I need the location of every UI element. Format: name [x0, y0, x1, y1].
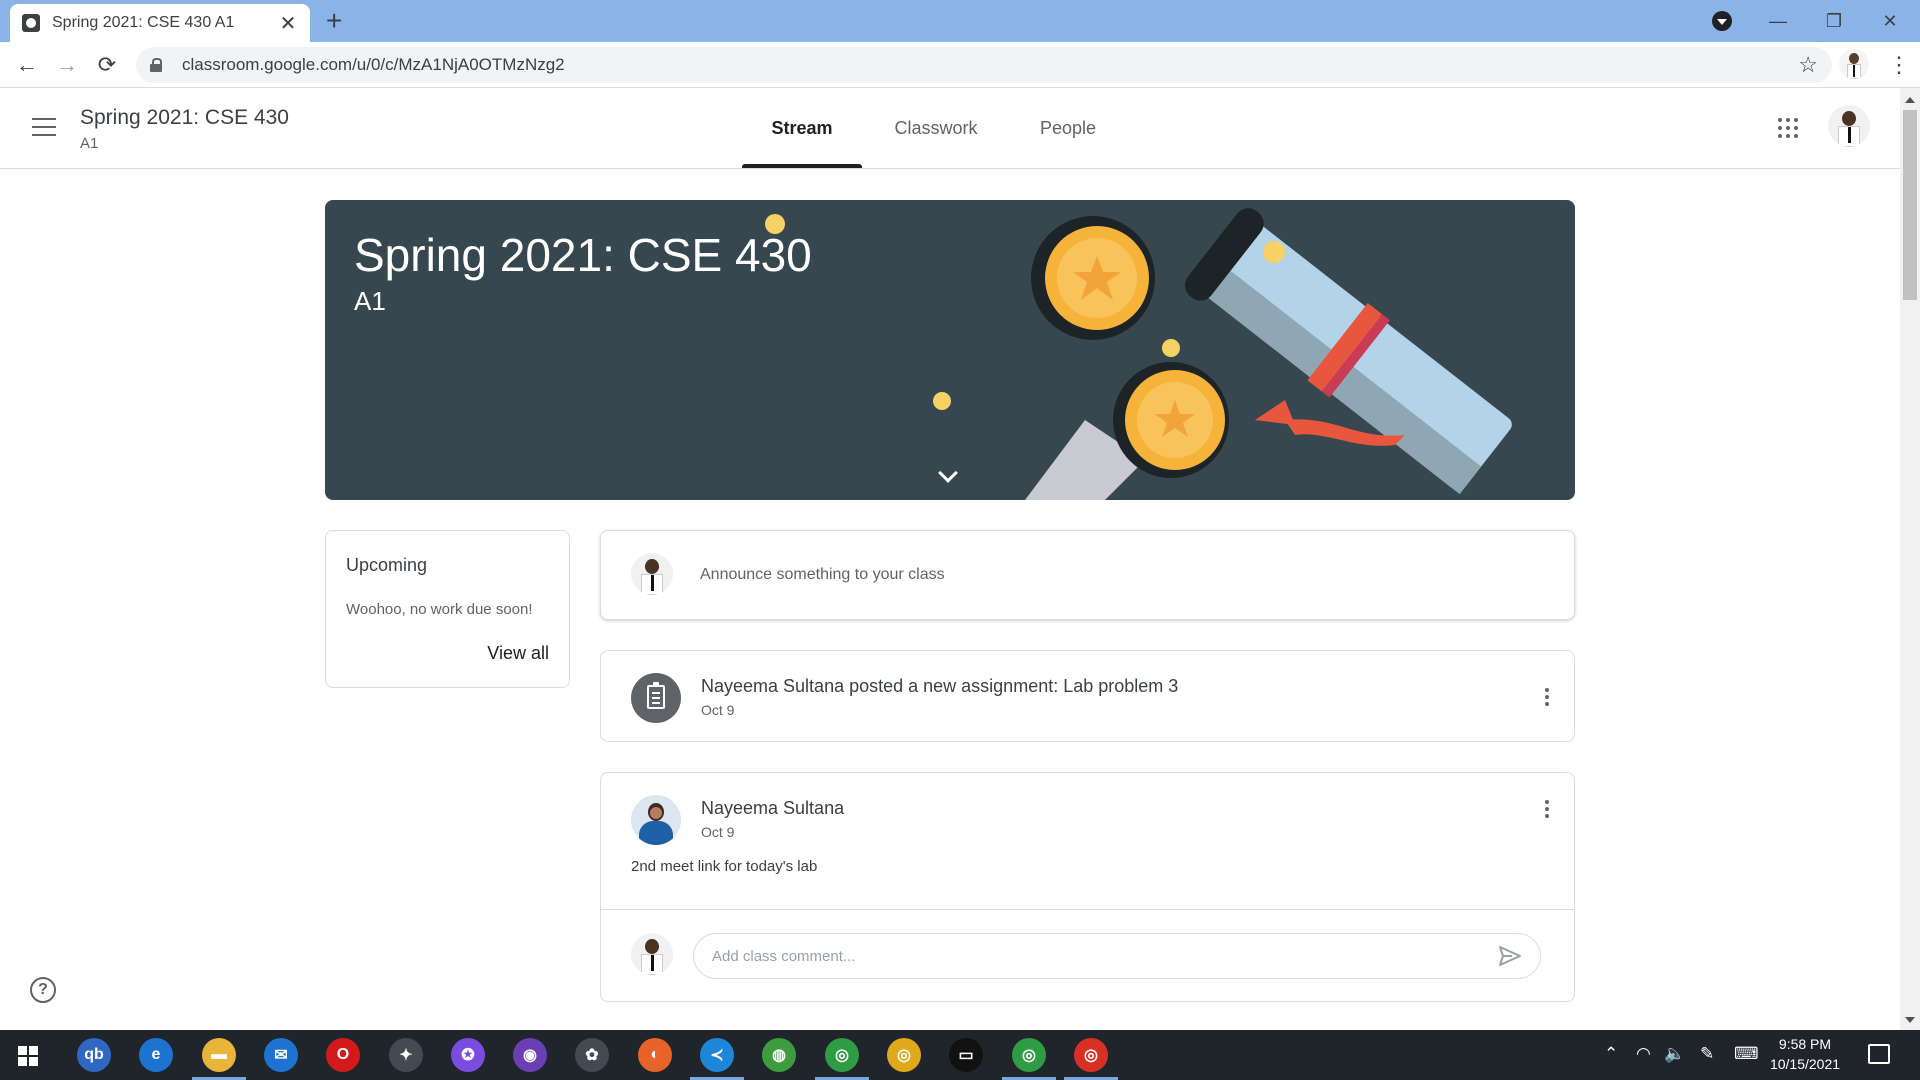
banner-class-title: Spring 2021: CSE 430 [354, 229, 812, 281]
google-apps-icon[interactable] [1778, 118, 1798, 138]
scroll-down-icon[interactable] [1905, 1017, 1915, 1028]
browser-toolbar: ← → ⟳ classroom.google.com/u/0/c/MzA1NjA… [0, 42, 1920, 88]
file-explorer-taskbar-icon[interactable]: ▬ [202, 1038, 236, 1072]
header-class-section: A1 [80, 135, 99, 152]
pen-icon[interactable]: ✎ [1700, 1044, 1714, 1064]
wifi-icon[interactable]: ◠ [1636, 1044, 1651, 1064]
chrome-active-taskbar-icon[interactable]: ◎ [1074, 1038, 1108, 1072]
mail-taskbar-icon[interactable]: ✉ [264, 1038, 298, 1072]
teacher-avatar [631, 795, 681, 845]
scroll-up-icon[interactable] [1905, 92, 1915, 103]
firefox-taskbar-icon[interactable]: ◐ [638, 1038, 672, 1072]
maximize-button[interactable]: ❐ [1804, 0, 1864, 42]
tab-title: Spring 2021: CSE 430 A1 [52, 14, 235, 31]
bookmark-star-icon[interactable]: ☆ [1798, 52, 1818, 78]
send-icon[interactable] [1498, 945, 1522, 967]
browser-tab[interactable]: Spring 2021: CSE 430 A1 ✕ [10, 4, 310, 42]
vscode-taskbar-icon[interactable]: ≺ [700, 1038, 734, 1072]
class-comment-input[interactable]: Add class comment... [693, 933, 1541, 979]
view-all-link[interactable]: View all [487, 643, 549, 664]
app-globe-taskbar-icon[interactable]: ◍ [762, 1038, 796, 1072]
announce-placeholder[interactable]: Announce something to your class [700, 566, 945, 584]
volume-icon[interactable]: 🔈 [1664, 1044, 1685, 1064]
chrome-2-taskbar-icon[interactable]: ◎ [887, 1038, 921, 1072]
windows-start-icon[interactable] [18, 1046, 38, 1066]
page-scrollbar[interactable] [1900, 88, 1920, 1030]
paint-taskbar-icon[interactable]: ✿ [575, 1038, 609, 1072]
help-icon[interactable]: ? [30, 977, 56, 1003]
address-bar[interactable]: classroom.google.com/u/0/c/MzA1NjA0OTMzN… [136, 47, 1832, 83]
assignment-icon [631, 673, 681, 723]
post-body: 2nd meet link for today's lab [631, 858, 818, 875]
more-options-icon[interactable] [1535, 797, 1559, 821]
back-button[interactable]: ← [12, 50, 42, 80]
notification-center-icon[interactable] [1868, 1044, 1890, 1064]
windows-taskbar: qb e ▬ ✉ O ✦ ✪ ◉ ✿ ◐ ≺ ◍ ◎ ◎ ▭ ◎ ◎ ⌃ ◠ 🔈 ✎ ⌨ 9:58 PM 10/… [0, 1030, 1920, 1080]
divider [601, 909, 1574, 910]
assignment-date: Oct 9 [701, 702, 735, 718]
user-avatar [631, 553, 673, 595]
reload-button[interactable]: ⟳ [92, 50, 122, 80]
clock-date[interactable]: 10/15/2021 [1760, 1056, 1850, 1072]
announcement-post: Nayeema Sultana Oct 9 2nd meet link for … [600, 772, 1575, 1002]
comment-placeholder[interactable]: Add class comment... [712, 948, 1498, 965]
assignment-post[interactable]: Nayeema Sultana posted a new assignment:… [600, 650, 1575, 742]
edge-legacy-taskbar-icon[interactable]: e [139, 1038, 173, 1072]
tab-close-icon[interactable]: ✕ [278, 11, 298, 36]
close-window-button[interactable]: ✕ [1860, 0, 1920, 42]
browser-profile-avatar[interactable] [1839, 49, 1869, 79]
user-avatar [631, 933, 673, 975]
forward-button[interactable]: → [52, 50, 82, 80]
lock-icon[interactable] [150, 58, 162, 72]
class-banner: Spring 2021: CSE 430 A1 [325, 200, 1575, 500]
tab-classwork[interactable]: Classwork [880, 88, 992, 168]
header-class-title[interactable]: Spring 2021: CSE 430 [80, 106, 289, 130]
tab-stream[interactable]: Stream [742, 88, 862, 168]
browser-tab-bar: Spring 2021: CSE 430 A1 ✕ + — ❐ ✕ [0, 0, 1920, 42]
github-taskbar-icon[interactable]: ◉ [513, 1038, 547, 1072]
terminal-taskbar-icon[interactable]: ▭ [949, 1038, 983, 1072]
assignment-title[interactable]: Nayeema Sultana posted a new assignment:… [701, 676, 1178, 697]
main-menu-icon[interactable] [32, 118, 56, 136]
browser-menu-icon[interactable]: ⋮ [1888, 50, 1910, 80]
url-text[interactable]: classroom.google.com/u/0/c/MzA1NjA0OTMzN… [182, 55, 1798, 75]
scrollbar-thumb[interactable] [1903, 110, 1917, 300]
satellite-taskbar-icon[interactable]: ✦ [389, 1038, 423, 1072]
post-date: Oct 9 [701, 824, 735, 840]
upcoming-heading: Upcoming [346, 555, 428, 575]
more-options-icon[interactable] [1535, 685, 1559, 709]
banner-class-section: A1 [354, 286, 386, 316]
chrome-1-taskbar-icon[interactable]: ◎ [825, 1038, 859, 1072]
chrome-ek-taskbar-icon[interactable]: ◎ [1012, 1038, 1046, 1072]
qbittorrent-taskbar-icon[interactable]: qb [77, 1038, 111, 1072]
tab-search-icon[interactable] [1712, 11, 1732, 31]
messenger-taskbar-icon[interactable]: ✪ [451, 1038, 485, 1072]
upcoming-card: Upcoming Woohoo, no work due soon! View … [325, 530, 570, 688]
opera-taskbar-icon[interactable]: O [326, 1038, 360, 1072]
clock-time[interactable]: 9:58 PM [1760, 1036, 1850, 1052]
classroom-favicon-icon [22, 14, 40, 32]
minimize-button[interactable]: — [1748, 0, 1808, 42]
new-tab-button[interactable]: + [326, 6, 342, 36]
tray-chevron-up-icon[interactable]: ⌃ [1604, 1044, 1618, 1064]
tab-people[interactable]: People [1030, 88, 1106, 168]
announce-box[interactable]: Announce something to your class [600, 530, 1575, 620]
post-author: Nayeema Sultana [701, 798, 845, 818]
account-avatar[interactable] [1828, 105, 1870, 147]
classroom-header: Spring 2021: CSE 430 A1 Stream Classwork… [0, 88, 1900, 169]
upcoming-message: Woohoo, no work due soon! [346, 601, 533, 618]
keyboard-icon[interactable]: ⌨ [1734, 1044, 1759, 1064]
